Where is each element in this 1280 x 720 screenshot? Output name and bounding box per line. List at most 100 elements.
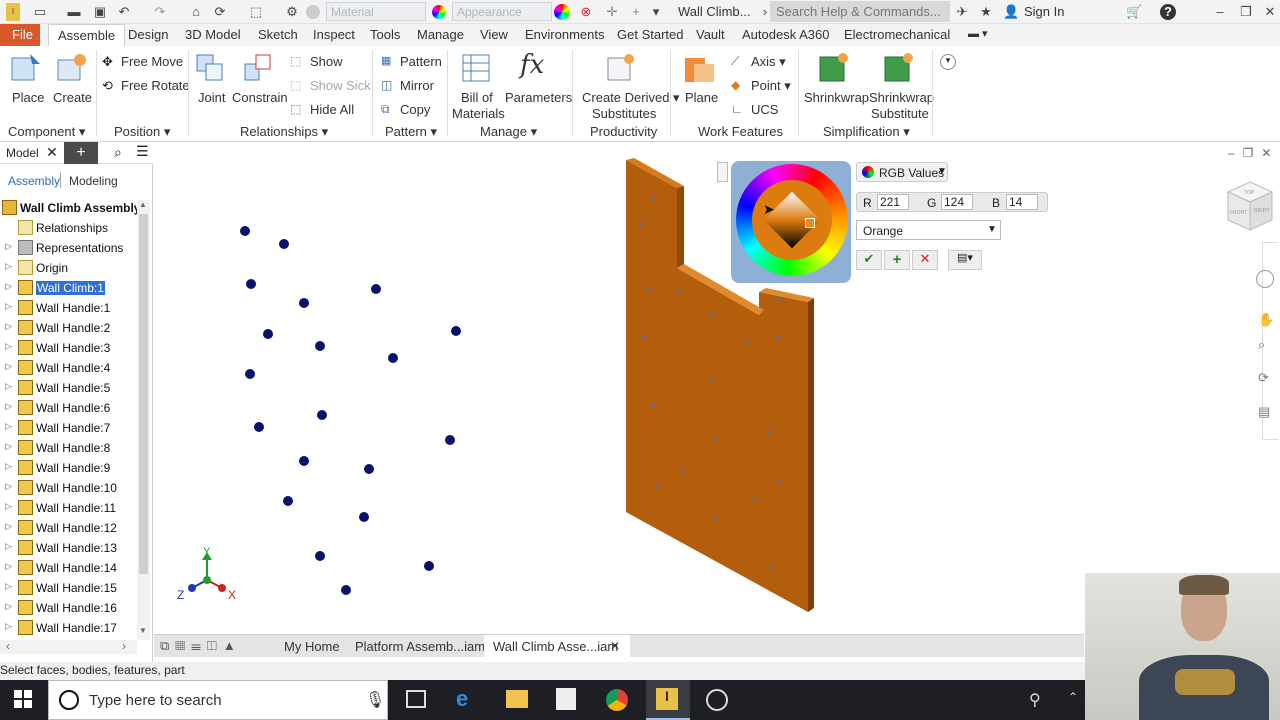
update-icon[interactable]: ⟳ — [212, 4, 228, 20]
expand-arrow-icon[interactable]: ▷ — [5, 421, 12, 432]
color-preset-select[interactable]: Orange ▼ — [856, 220, 1001, 240]
point-button[interactable]: Point ▾ — [751, 78, 791, 94]
tree-item[interactable]: ▷ Wall Handle:1 — [0, 298, 140, 318]
adjust-icon[interactable]: ⚙ — [284, 4, 300, 20]
tab-electromechanical[interactable]: Electromechanical — [844, 27, 950, 42]
show-button[interactable]: Show — [310, 54, 343, 69]
group-relationships[interactable]: Relationships ▾ — [240, 124, 328, 140]
wall-handle[interactable] — [246, 279, 256, 289]
customize-dropdown-icon[interactable]: ▾ — [648, 4, 664, 20]
shrinkwrap-icon[interactable] — [817, 52, 849, 84]
open-folder-icon[interactable]: ▬ — [66, 4, 82, 20]
create-icon[interactable] — [56, 52, 88, 84]
group-simplification[interactable]: Simplification ▾ — [823, 124, 910, 140]
star-icon[interactable]: ★ — [978, 4, 994, 20]
tree-item[interactable]: ▷ Wall Handle:16 — [0, 598, 140, 618]
create-button[interactable]: Create — [53, 90, 92, 105]
tree-item[interactable]: ▷ Wall Handle:6 — [0, 398, 140, 418]
group-work-features[interactable]: Work Features — [698, 124, 783, 139]
options-menu-icon[interactable]: ▤▾ — [948, 250, 982, 270]
wall-handle[interactable] — [424, 561, 434, 571]
color-picker-wheel[interactable]: ➤ — [731, 161, 851, 283]
create-derived-substitutes-icon[interactable] — [605, 52, 637, 84]
parameters-icon[interactable]: fx — [520, 50, 552, 82]
wall-handle[interactable] — [341, 585, 351, 595]
plane-icon[interactable] — [684, 54, 716, 86]
joint-button[interactable]: Joint — [198, 90, 225, 105]
expand-arrow-icon[interactable]: ▷ — [5, 401, 12, 412]
tree-item[interactable]: ▷ Wall Handle:13 — [0, 538, 140, 558]
hide-all-button[interactable]: Hide All — [310, 102, 354, 117]
create-derived-label-1[interactable]: Create Derived ▾ — [582, 90, 680, 106]
search-tools-icon[interactable]: ✈ — [954, 4, 970, 20]
green-value-input[interactable]: 124 — [941, 194, 973, 210]
shrinkwrap-substitute-label-2[interactable]: Substitute — [871, 106, 929, 121]
expand-arrow-icon[interactable]: ▷ — [5, 501, 12, 512]
wall-handle[interactable] — [364, 464, 374, 474]
tab-modeling[interactable]: Modeling — [69, 174, 118, 188]
expand-arrow-icon[interactable]: ▷ — [5, 301, 12, 312]
pan-icon[interactable]: ✋ — [1258, 312, 1274, 328]
inventor-taskbar-icon[interactable]: I — [656, 688, 678, 710]
expand-arrow-icon[interactable]: ▷ — [5, 281, 12, 292]
tab-file[interactable]: File — [0, 24, 40, 46]
tree-item[interactable]: ▷ Representations — [0, 238, 140, 258]
tree-item[interactable]: ▷ Wall Handle:3 — [0, 338, 140, 358]
browser-scroll-thumb[interactable] — [139, 214, 148, 574]
ribbon-options-icon[interactable]: ▾ — [940, 54, 956, 70]
menu-icon[interactable]: ☰ — [136, 143, 149, 160]
wall-handle[interactable] — [283, 496, 293, 506]
apply-plus-icon[interactable]: + — [884, 250, 910, 270]
bill-of-materials-label-2[interactable]: Materials — [452, 106, 505, 121]
center-icon[interactable]: ✛ — [604, 4, 620, 20]
color-selection-marker[interactable] — [805, 218, 815, 228]
restore-icon[interactable]: ❐ — [1238, 4, 1254, 20]
constrain-button[interactable]: Constrain — [232, 90, 288, 105]
clear-appearance-icon[interactable]: ⊗ — [578, 4, 594, 20]
pattern-button[interactable]: Pattern — [400, 54, 442, 69]
bill-of-materials-icon[interactable] — [460, 52, 492, 84]
tree-item[interactable]: ▷ Wall Handle:12 — [0, 518, 140, 538]
shrinkwrap-substitute-label-1[interactable]: Shrinkwrap — [869, 90, 934, 105]
copy-button[interactable]: Copy — [400, 102, 430, 117]
tile-layout-icons[interactable]: ⧉▦☰◫▲ — [160, 638, 242, 654]
sign-in-link[interactable]: Sign In — [1024, 4, 1064, 19]
tab-manage[interactable]: Manage — [417, 27, 464, 42]
help-search-input[interactable]: Search Help & Commands... — [770, 1, 950, 22]
close-icon[interactable]: ✕ — [1262, 4, 1278, 20]
scroll-right-icon[interactable]: › — [122, 639, 126, 653]
taskbar-search-input[interactable]: Type here to search 🎙 — [48, 680, 388, 720]
wall-handle[interactable] — [388, 353, 398, 363]
tree-root[interactable]: Wall Climb Assembly — [0, 198, 140, 218]
tree-item[interactable]: ▷ Wall Handle:11 — [0, 498, 140, 518]
group-position[interactable]: Position ▾ — [114, 124, 170, 140]
cancel-x-icon[interactable]: ✕ — [912, 250, 938, 270]
wall-handle[interactable] — [317, 410, 327, 420]
joint-icon[interactable] — [194, 52, 226, 84]
viewport-window-controls[interactable]: ‒❐✕ — [1228, 146, 1280, 160]
picker-handle[interactable] — [717, 162, 728, 182]
add-browser-icon[interactable]: + — [64, 142, 98, 164]
constrain-icon[interactable] — [242, 52, 274, 84]
tree-item[interactable]: ▷ Origin — [0, 258, 140, 278]
globe-icon[interactable] — [306, 5, 320, 19]
search-icon[interactable]: ⌕ — [114, 144, 122, 161]
tree-item[interactable]: ▷ Wall Handle:4 — [0, 358, 140, 378]
tree-item[interactable]: ▷ Wall Climb:1 — [0, 278, 140, 298]
expand-arrow-icon[interactable]: ▷ — [5, 541, 12, 552]
wall-handle[interactable] — [263, 329, 273, 339]
new-file-icon[interactable]: ▭ — [32, 4, 48, 20]
redo-icon[interactable]: ↷ — [152, 4, 168, 20]
create-derived-label-2[interactable]: Substitutes — [592, 106, 656, 121]
microphone-icon[interactable]: 🎙 — [365, 690, 385, 710]
scroll-down-icon[interactable]: ▼ — [139, 626, 147, 635]
expand-arrow-icon[interactable]: ▷ — [5, 361, 12, 372]
plus-icon[interactable]: + — [628, 4, 644, 20]
tab-design[interactable]: Design — [128, 27, 168, 42]
store-icon[interactable] — [556, 688, 576, 710]
expand-arrow-icon[interactable]: ▷ — [5, 341, 12, 352]
material-select[interactable]: Material — [326, 2, 426, 21]
wall-handle[interactable] — [254, 422, 264, 432]
tab-get-started[interactable]: Get Started — [617, 27, 683, 42]
expand-arrow-icon[interactable]: ▷ — [5, 441, 12, 452]
